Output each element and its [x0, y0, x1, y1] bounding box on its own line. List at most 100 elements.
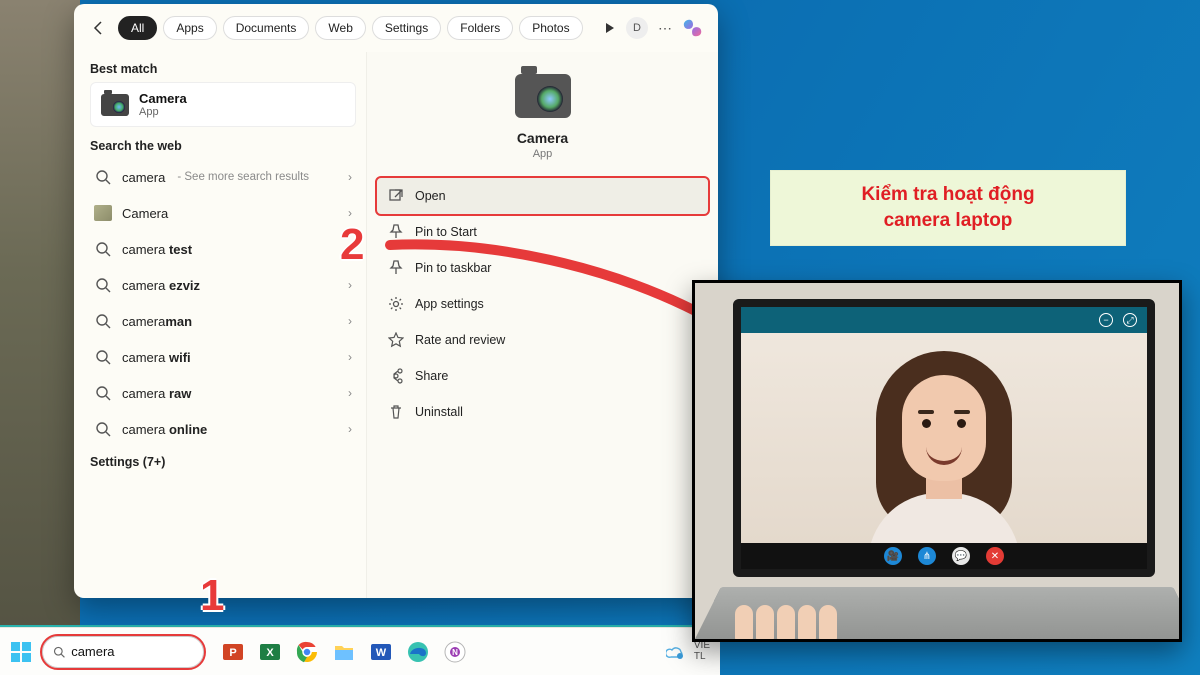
best-match-heading: Best match: [90, 62, 356, 76]
chevron-right-icon: ›: [348, 350, 352, 364]
excel-icon[interactable]: X: [257, 639, 283, 665]
search-icon: [94, 312, 112, 330]
taskbar-search-input[interactable]: [71, 644, 193, 659]
details-title: Camera: [517, 130, 568, 146]
web-result-text: Camera: [122, 206, 168, 221]
chrome-icon[interactable]: [294, 639, 320, 665]
tray-cloud-icon[interactable]: [666, 645, 684, 659]
video-icon: 🎥: [884, 547, 902, 565]
search-icon: [94, 348, 112, 366]
arrow-left-icon: [91, 20, 107, 36]
filter-tabs: All Apps Documents Web Settings Folders …: [118, 16, 583, 40]
web-result[interactable]: camera - See more search results ›: [86, 159, 360, 195]
user-avatar[interactable]: D: [626, 17, 648, 39]
web-result[interactable]: camera ezviz›: [86, 267, 360, 303]
search-icon: [94, 240, 112, 258]
start-button[interactable]: [10, 641, 32, 663]
web-result-text: camera test: [122, 242, 192, 257]
web-result[interactable]: cameraman›: [86, 303, 360, 339]
tab-all[interactable]: All: [118, 16, 157, 40]
best-match-title: Camera: [139, 91, 187, 106]
settings-icon: [387, 295, 405, 313]
chevron-right-icon: ›: [348, 278, 352, 292]
chevron-right-icon: ›: [348, 422, 352, 436]
action-label: Open: [415, 189, 446, 203]
chevron-right-icon: ›: [348, 206, 352, 220]
results-column: Best match Camera App Search the web cam…: [74, 52, 366, 598]
desktop-wallpaper: [0, 0, 80, 675]
play-icon[interactable]: [604, 22, 616, 34]
camera-app-toolbar: 🎥 ⋔ 💬 ✕: [741, 543, 1147, 569]
web-result-text: camera online: [122, 422, 207, 437]
annotation-number-2: 2: [340, 220, 364, 270]
search-panel: All Apps Documents Web Settings Folders …: [74, 4, 718, 598]
search-icon: [94, 420, 112, 438]
action-label: Share: [415, 369, 448, 383]
search-icon: [94, 168, 112, 186]
stats-icon: ⋔: [918, 547, 936, 565]
action-label: Rate and review: [415, 333, 505, 347]
more-button[interactable]: ⋯: [658, 20, 672, 37]
web-result[interactable]: camera wifi›: [86, 339, 360, 375]
svg-text:P: P: [229, 647, 236, 659]
action-settings[interactable]: App settings: [377, 286, 708, 322]
action-open[interactable]: Open: [377, 178, 708, 214]
hangup-icon: ✕: [986, 547, 1004, 565]
chat-icon: 💬: [952, 547, 970, 565]
word-icon[interactable]: W: [368, 639, 394, 665]
action-pin-taskbar[interactable]: Pin to taskbar: [377, 250, 708, 286]
web-result-text: camera: [122, 170, 165, 185]
tab-documents[interactable]: Documents: [223, 16, 310, 40]
web-result[interactable]: Camera ›: [86, 195, 360, 231]
copilot-icon[interactable]: [682, 17, 704, 39]
web-result[interactable]: camera raw›: [86, 375, 360, 411]
lang-indicator-bot[interactable]: TL: [694, 652, 710, 663]
annotation-number-1: 1: [200, 571, 224, 621]
tab-web[interactable]: Web: [315, 16, 365, 40]
action-label: Pin to Start: [415, 225, 477, 239]
details-pane: Camera App Open Pin to Start Pin to taskba…: [366, 52, 718, 598]
action-label: Pin to taskbar: [415, 261, 491, 275]
back-button[interactable]: [88, 17, 110, 39]
person-illustration: [844, 343, 1044, 553]
details-subtitle: App: [533, 148, 553, 160]
action-label: Uninstall: [415, 405, 463, 419]
search-header: All Apps Documents Web Settings Folders …: [74, 4, 718, 52]
callout-line1: Kiểm tra hoạt động: [861, 182, 1034, 208]
tab-apps[interactable]: Apps: [163, 16, 216, 40]
tab-folders[interactable]: Folders: [447, 16, 513, 40]
camera-app-topbar: − ⤢: [741, 307, 1147, 333]
trash-icon: [387, 403, 405, 421]
tab-photos[interactable]: Photos: [519, 16, 582, 40]
web-result-suffix: - See more search results: [177, 171, 309, 183]
minimize-icon: −: [1099, 313, 1113, 327]
svg-text:W: W: [376, 647, 387, 659]
image-thumb-icon: [94, 204, 112, 222]
share-icon: [387, 367, 405, 385]
settings-heading: Settings (7+): [90, 455, 356, 469]
explorer-icon[interactable]: [331, 639, 357, 665]
powerpoint-icon[interactable]: P: [220, 639, 246, 665]
action-star[interactable]: Rate and review: [377, 322, 708, 358]
chevron-right-icon: ›: [348, 170, 352, 184]
callout-line2: camera laptop: [861, 208, 1034, 234]
svg-text:X: X: [266, 647, 274, 659]
tab-settings[interactable]: Settings: [372, 16, 441, 40]
action-trash[interactable]: Uninstall: [377, 394, 708, 430]
lang-indicator-top[interactable]: VIE: [694, 641, 710, 652]
laptop-preview-photo: − ⤢ 🎥 ⋔ 💬 ✕: [692, 280, 1182, 642]
expand-icon: ⤢: [1123, 313, 1137, 327]
edge-icon[interactable]: [405, 639, 431, 665]
web-result[interactable]: camera online ›: [86, 411, 360, 447]
action-pin-start[interactable]: Pin to Start: [377, 214, 708, 250]
star-icon: [387, 331, 405, 349]
action-label: App settings: [415, 297, 484, 311]
callout-box: Kiểm tra hoạt động camera laptop: [770, 170, 1126, 246]
best-match-result[interactable]: Camera App: [90, 82, 356, 127]
search-icon: [94, 276, 112, 294]
pin-start-icon: [387, 223, 405, 241]
web-result[interactable]: camera test›: [86, 231, 360, 267]
onenote-icon[interactable]: N: [442, 639, 468, 665]
action-share[interactable]: Share: [377, 358, 708, 394]
taskbar-search[interactable]: [42, 636, 204, 668]
